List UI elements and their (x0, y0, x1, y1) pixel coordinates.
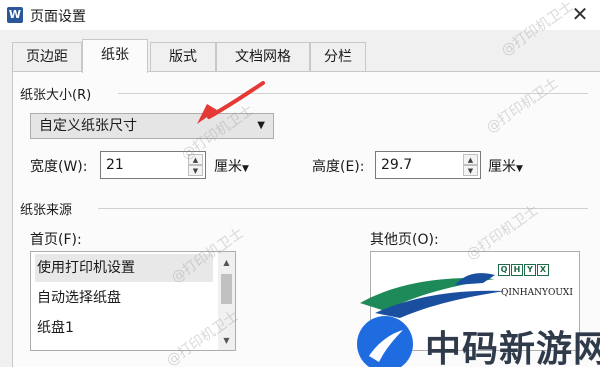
spin-down-icon[interactable]: ▼ (463, 165, 478, 176)
brand-mini-letters: QHYX (498, 261, 558, 276)
tab-paper[interactable]: 纸张 (82, 39, 148, 73)
height-value: 29.7 (381, 157, 413, 173)
spin-down-icon[interactable]: ▼ (188, 165, 203, 176)
height-spinner[interactable]: 29.7 ▲ ▼ (375, 151, 481, 179)
brand-circle-logo (357, 316, 413, 367)
dialog-title: 页面设置 (30, 9, 86, 25)
scroll-thumb[interactable] (221, 274, 232, 304)
title-bar: W 页面设置 ✕ (0, 0, 600, 30)
width-unit: 厘米 (214, 159, 242, 175)
brand-watermark: QHYX QINHANYOUXI 中码新游网 (355, 258, 600, 367)
brand-subtitle: QINHANYOUXI (501, 288, 573, 298)
tab-columns[interactable]: 分栏 (310, 42, 366, 72)
chevron-down-icon: ▼ (242, 164, 249, 174)
tab-strip: 页边距 纸张 版式 文档网格 分栏 (0, 30, 600, 73)
tab-layout[interactable]: 版式 (150, 42, 216, 72)
paper-source-group-label: 纸张来源 (20, 199, 79, 218)
chevron-down-icon: ▼ (516, 164, 523, 174)
annotation-arrow (197, 81, 265, 124)
vertical-scrollbar[interactable]: ▲ ▼ (218, 252, 235, 350)
list-item[interactable]: 使用打印机设置 (35, 254, 213, 282)
first-page-label: 首页(F): (30, 232, 82, 248)
list-item[interactable]: 自动选择纸盘 (35, 284, 213, 312)
first-page-listbox[interactable]: 使用打印机设置 自动选择纸盘 纸盘1 ▲ ▼ (30, 251, 236, 351)
scroll-down-icon[interactable]: ▼ (218, 332, 235, 349)
scroll-up-icon[interactable]: ▲ (218, 254, 235, 271)
width-unit-dropdown[interactable]: 厘米▼ (214, 156, 249, 176)
height-unit: 厘米 (488, 159, 516, 175)
paper-size-selected: 自定义纸张尺寸 (39, 118, 137, 134)
other-pages-label: 其他页(O): (370, 232, 439, 248)
width-label: 宽度(W): (30, 159, 88, 175)
word-app-icon: W (7, 7, 23, 23)
width-spinner[interactable]: 21 ▲ ▼ (100, 151, 206, 179)
brand-name: 中码新游网 (425, 329, 600, 367)
spin-up-icon[interactable]: ▲ (463, 154, 478, 165)
tab-doc-grid[interactable]: 文档网格 (216, 42, 310, 72)
paper-size-divider (118, 93, 588, 94)
height-label: 高度(E): (312, 159, 365, 175)
paper-size-group-label: 纸张大小(R) (20, 84, 98, 103)
width-value: 21 (106, 157, 124, 173)
spin-up-icon[interactable]: ▲ (188, 154, 203, 165)
height-unit-dropdown[interactable]: 厘米▼ (488, 156, 523, 176)
tab-margins[interactable]: 页边距 (12, 42, 82, 72)
paper-source-divider (98, 208, 588, 209)
list-item[interactable]: 纸盘1 (35, 314, 213, 342)
close-button[interactable]: ✕ (560, 0, 600, 30)
